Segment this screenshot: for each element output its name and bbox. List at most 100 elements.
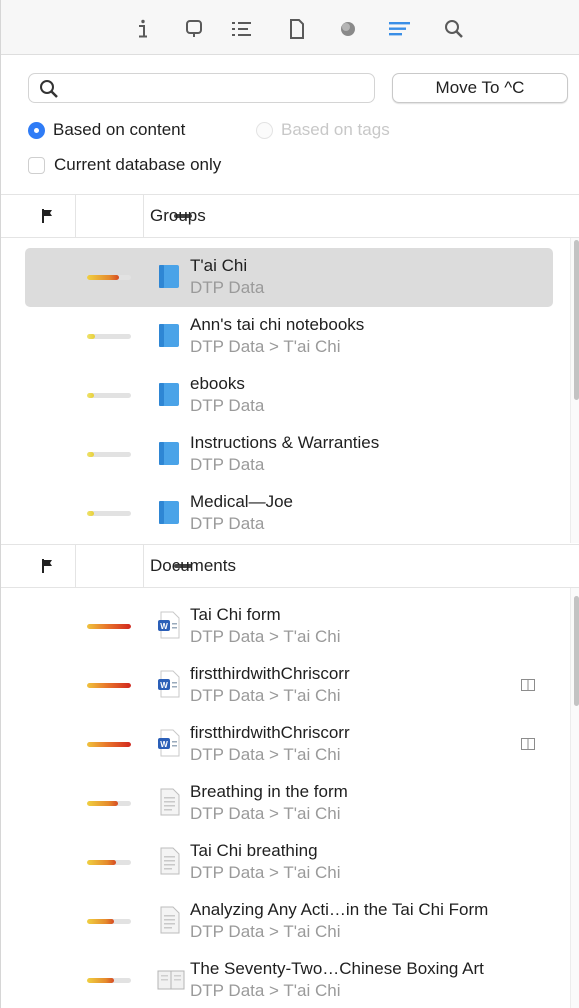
document-row[interactable]: Analyzing Any Acti…in the Tai Chi Form DT…: [1, 892, 571, 951]
group-row[interactable]: Ann's tai chi notebooks DTP Data > T'ai C…: [1, 307, 571, 366]
relevance-score-bar: [87, 683, 131, 688]
see-also-icon[interactable]: [389, 18, 411, 40]
relevance-score-bar: [87, 334, 131, 339]
group-row[interactable]: T'ai Chi DTP Data: [1, 248, 571, 307]
flag-icon: [42, 559, 52, 573]
relevance-score-fill: [87, 860, 117, 865]
group-folder-icon: [157, 439, 181, 469]
group-folder-icon: [157, 498, 181, 528]
move-to-button[interactable]: Move To ^C: [392, 73, 568, 103]
relevance-score-bar: [87, 624, 131, 629]
documents-scroll-thumb[interactable]: [574, 596, 579, 706]
document-row[interactable]: The Seventy-Two…Chinese Boxing Art DTP Da…: [1, 951, 571, 1008]
relevance-score-bar: [87, 393, 131, 398]
groups-column-header[interactable]: Groups: [150, 206, 206, 226]
item-title: Analyzing Any Acti…in the Tai Chi Form: [190, 900, 489, 919]
relevance-score-fill: [87, 742, 131, 747]
item-title: Instructions & Warranties: [190, 433, 380, 452]
flag-icon: [42, 209, 52, 223]
current-database-only-checkbox[interactable]: Current database only: [28, 155, 221, 175]
groups-scroll-thumb[interactable]: [574, 240, 579, 400]
documents-section-header: Documents: [1, 544, 579, 588]
relevance-score-fill: [87, 275, 119, 280]
item-title: Ann's tai chi notebooks: [190, 315, 365, 334]
annotation-icon[interactable]: [183, 18, 205, 40]
item-title: firstthirdwithChriscorr: [190, 664, 350, 683]
item-location: DTP Data > T'ai Chi: [190, 922, 341, 941]
item-title: Tai Chi breathing: [190, 841, 318, 860]
inspector-toolbar: [1, 0, 579, 55]
item-title: Tai Chi form: [190, 605, 281, 624]
see-also-panel: Move To ^C Based on content Based on tag…: [0, 0, 579, 1008]
svg-text:W: W: [160, 622, 168, 631]
item-title: Breathing in the form: [190, 782, 348, 801]
item-title: firstthirdwithChriscorr: [190, 723, 350, 742]
item-title: The Seventy-Two…Chinese Boxing Art: [190, 959, 484, 978]
group-row[interactable]: ebooks DTP Data: [1, 366, 571, 425]
group-row[interactable]: Instructions & Warranties DTP Data: [1, 425, 571, 484]
text-document-icon: [157, 847, 181, 877]
score-column-header[interactable]: [75, 195, 192, 237]
flag-column-header[interactable]: [1, 195, 76, 237]
relevance-score-fill: [87, 511, 95, 516]
svg-text:W: W: [160, 740, 168, 749]
word-document-icon: W: [157, 611, 181, 641]
item-location: DTP Data: [190, 278, 265, 297]
document-icon[interactable]: [286, 18, 308, 40]
relevance-score-bar: [87, 919, 131, 924]
document-row[interactable]: Tai Chi breathing DTP Data > T'ai Chi: [1, 833, 571, 892]
group-folder-icon: [157, 262, 181, 292]
item-title: ebooks: [190, 374, 245, 393]
relevance-score-fill: [87, 334, 95, 339]
documents-column-header[interactable]: Documents: [150, 556, 236, 576]
item-title: T'ai Chi: [190, 256, 248, 275]
item-location: DTP Data > T'ai Chi: [190, 981, 341, 1000]
book-document-icon: [157, 965, 185, 995]
relevance-score-fill: [87, 624, 131, 629]
item-location: DTP Data > T'ai Chi: [190, 686, 341, 705]
group-row[interactable]: Medical—Joe DTP Data: [1, 484, 571, 543]
score-column-header[interactable]: [75, 545, 192, 587]
item-location: DTP Data > T'ai Chi: [190, 804, 341, 823]
relevance-score-bar: [87, 860, 131, 865]
checkbox-icon: [28, 156, 45, 174]
list-icon[interactable]: [231, 18, 253, 40]
relevance-score-fill: [87, 393, 95, 398]
search-field[interactable]: [28, 73, 375, 103]
split-view-icon[interactable]: [520, 677, 536, 693]
current-database-only-label: Current database only: [54, 155, 222, 174]
tags-icon[interactable]: [337, 18, 359, 40]
relevance-score-bar: [87, 275, 131, 280]
info-icon[interactable]: [132, 18, 154, 40]
search-input[interactable]: [63, 78, 367, 100]
item-location: DTP Data: [190, 396, 265, 415]
item-location: DTP Data > T'ai Chi: [190, 863, 341, 882]
based-on-tags-label: Based on tags: [281, 120, 390, 139]
group-folder-icon: [157, 321, 181, 351]
document-row[interactable]: W Tai Chi form DTP Data > T'ai Chi: [1, 597, 571, 656]
split-view-icon[interactable]: [520, 736, 536, 752]
svg-text:W: W: [160, 681, 168, 690]
flag-column-header[interactable]: [1, 545, 76, 587]
relevance-score-fill: [87, 978, 115, 983]
text-document-icon: [157, 906, 181, 936]
relevance-score-fill: [87, 919, 115, 924]
based-on-tags-radio[interactable]: Based on tags: [256, 120, 390, 140]
word-document-icon: W: [157, 670, 181, 700]
based-on-content-radio[interactable]: Based on content: [28, 120, 185, 140]
radio-unselected-icon: [256, 121, 273, 139]
relevance-score-fill: [87, 801, 118, 806]
text-document-icon: [157, 788, 181, 818]
radio-selected-icon: [28, 121, 45, 139]
document-row[interactable]: Breathing in the form DTP Data > T'ai Chi: [1, 774, 571, 833]
group-folder-icon: [157, 380, 181, 410]
document-row[interactable]: WfirstthirdwithChriscorr DTP Data > T'ai …: [1, 656, 571, 715]
search-icon[interactable]: [443, 18, 465, 40]
relevance-score-fill: [87, 452, 95, 457]
item-location: DTP Data: [190, 455, 265, 474]
item-location: DTP Data > T'ai Chi: [190, 745, 341, 764]
document-row[interactable]: WfirstthirdwithChriscorr DTP Data > T'ai …: [1, 715, 571, 774]
item-location: DTP Data > T'ai Chi: [190, 627, 341, 646]
relevance-score-bar: [87, 801, 131, 806]
relevance-score-bar: [87, 452, 131, 457]
